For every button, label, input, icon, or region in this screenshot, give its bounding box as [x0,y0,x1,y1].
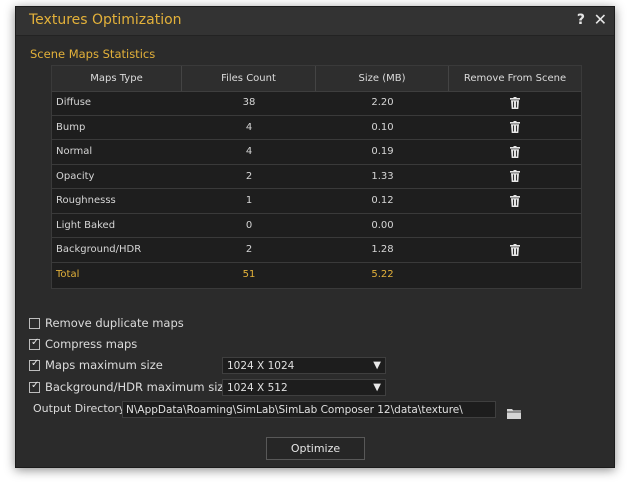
option-compress-maps[interactable]: Compress maps [29,336,137,352]
column-header-files-count: Files Count [182,66,316,91]
maps-max-size-label: Maps maximum size [45,358,163,372]
trash-icon[interactable] [510,170,520,183]
cell-files-count: 1 [245,195,253,207]
close-button[interactable]: ✕ [594,10,607,29]
title-bar: Textures Optimization ? ✕ [16,7,614,36]
remove-duplicates-label: Remove duplicate maps [45,316,184,330]
cell-total-size: 5.22 [371,269,394,281]
section-title: Scene Maps Statistics [30,47,156,61]
compress-maps-checkbox[interactable] [29,337,40,350]
maps-max-size-select[interactable]: 1024 X 1024 ▼ [222,357,386,374]
cell-files-count: 2 [245,244,253,256]
textures-optimization-dialog: Textures Optimization ? ✕ Scene Maps Sta… [15,6,615,468]
cell-maps-type: Roughnesss [56,195,116,207]
cell-remove [449,116,581,140]
cell-size: 1.28 [371,244,394,256]
option-bg-max-size[interactable]: Background/HDR maximum size [29,379,231,395]
cell-maps-type: Background/HDR [56,244,142,256]
trash-icon[interactable] [510,243,520,256]
folder-icon[interactable] [507,404,521,419]
table-row: Light Baked 0 0.00 [52,214,581,238]
maps-max-size-value: 1024 X 1024 [227,359,295,372]
cell-maps-type: Bump [56,121,86,133]
table-row: Opacity 2 1.33 [52,165,581,189]
cell-files-count: 38 [242,97,256,109]
dropdown-arrow-icon: ▼ [373,360,381,371]
cell-files-count: 4 [245,146,253,158]
bg-max-size-label: Background/HDR maximum size [45,380,231,394]
bg-max-size-value: 1024 X 512 [227,381,288,394]
maps-max-size-checkbox[interactable] [29,358,40,371]
table-row: Roughnesss 1 0.12 [52,189,581,214]
output-directory-field[interactable]: N\AppData\Roaming\SimLab\SimLab Composer… [122,401,496,418]
cell-total-count: 51 [242,269,256,281]
cell-files-count: 2 [245,170,253,182]
table-header: Maps Type Files Count Size (MB) Remove F… [52,66,581,92]
table-total-row: Total 51 5.22 [52,263,581,288]
trash-icon[interactable] [510,96,520,109]
cell-remove [449,140,581,164]
table-row: Bump 4 0.10 [52,116,581,140]
cell-size: 0.00 [371,219,394,231]
table-row: Diffuse 38 2.20 [52,91,581,116]
output-directory-label: Output Directory [33,402,126,415]
option-maps-max-size[interactable]: Maps maximum size [29,357,163,373]
cell-files-count: 0 [245,219,253,231]
cell-size: 0.12 [371,195,394,207]
option-remove-duplicates[interactable]: Remove duplicate maps [29,315,184,331]
cell-total-label: Total [56,269,80,281]
cell-remove [449,91,581,115]
dialog-title: Textures Optimization [29,12,182,28]
cell-remove [449,165,581,189]
help-button[interactable]: ? [577,12,585,28]
cell-files-count: 4 [245,121,253,133]
column-header-remove: Remove From Scene [463,73,567,84]
optimize-button[interactable]: Optimize [266,437,365,460]
remove-duplicates-checkbox[interactable] [29,317,40,329]
dropdown-arrow-icon: ▼ [373,382,381,393]
cell-maps-type: Opacity [56,170,95,182]
cell-maps-type: Normal [56,146,93,158]
cell-remove [449,189,581,213]
column-header-maps-type: Maps Type [52,66,182,91]
bg-max-size-checkbox[interactable] [29,380,40,393]
maps-statistics-table: Maps Type Files Count Size (MB) Remove F… [51,65,582,289]
trash-icon[interactable] [510,194,520,207]
table-row: Background/HDR 2 1.28 [52,238,581,263]
trash-icon[interactable] [510,121,520,134]
cell-maps-type: Diffuse [56,97,92,109]
column-header-size: Size (MB) [316,66,449,91]
cell-total-remove [449,263,581,288]
table-row: Normal 4 0.19 [52,140,581,165]
cell-size: 0.10 [371,121,394,133]
cell-size: 1.33 [371,170,394,182]
cell-size: 2.20 [371,97,394,109]
compress-maps-label: Compress maps [45,337,138,351]
cell-maps-type: Light Baked [56,219,116,231]
trash-icon[interactable] [510,145,520,158]
cell-remove [449,238,581,262]
bg-max-size-select[interactable]: 1024 X 512 ▼ [222,379,386,396]
cell-remove [449,214,581,238]
cell-size: 0.19 [371,146,394,158]
